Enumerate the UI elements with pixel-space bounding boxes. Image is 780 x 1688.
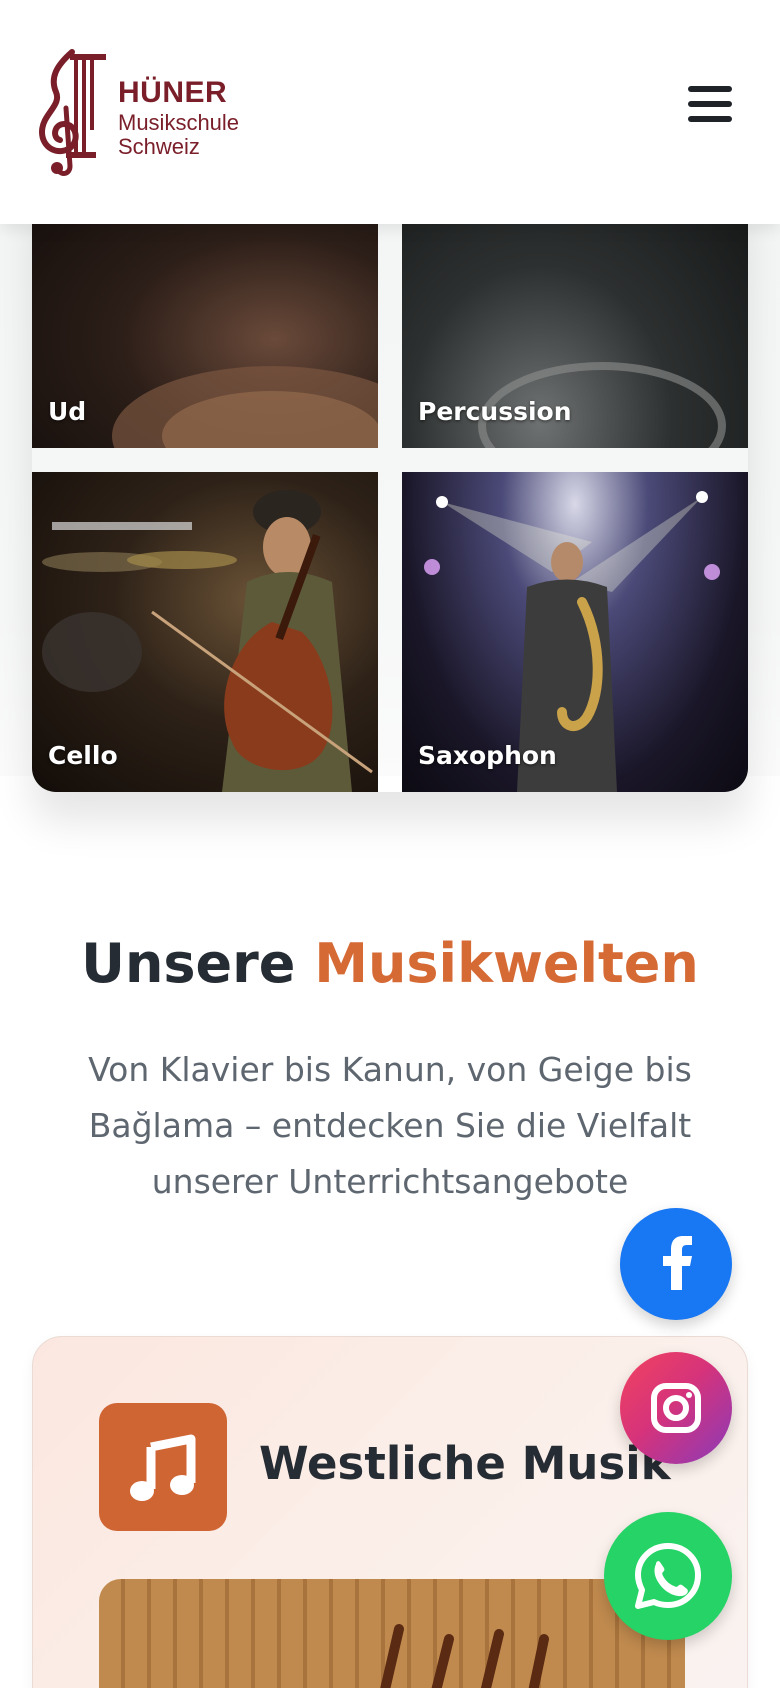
- section-subtitle: Von Klavier bis Kanun, von Geige bis Bağ…: [88, 1050, 692, 1201]
- facebook-icon: [663, 1236, 692, 1290]
- section-title-accent: Musikwelten: [314, 932, 699, 995]
- section-title-main: Unsere: [81, 932, 296, 995]
- category-icon-box: [99, 1403, 227, 1531]
- instrument-label: Saxophon: [418, 741, 557, 770]
- logo-name: HÜNER: [118, 76, 228, 109]
- category-image: [99, 1579, 685, 1688]
- instrument-tile-saxophon[interactable]: Saxophon: [402, 472, 748, 792]
- music-note-icon: [130, 1434, 196, 1501]
- violins-image: [380, 1624, 549, 1688]
- instrument-label: Ud: [48, 397, 87, 426]
- logo-text: HÜNER Musikschule Schweiz: [118, 78, 239, 158]
- hamburger-menu-button[interactable]: [688, 86, 734, 126]
- instrument-label: Percussion: [418, 397, 572, 426]
- instagram-button[interactable]: [620, 1352, 732, 1464]
- instrument-gallery-section: Ud Percussion Cello Saxophon: [0, 176, 780, 792]
- section-title: Unsere Musikwelten: [0, 932, 780, 995]
- category-title: Westliche Musik: [259, 1437, 671, 1490]
- logo-line-2: Musikschule: [118, 110, 240, 135]
- instrument-label: Cello: [48, 741, 118, 770]
- logo-line-3: Schweiz: [118, 134, 200, 159]
- treble-clef-column-icon: [38, 49, 106, 176]
- instagram-icon: [651, 1383, 701, 1433]
- hamburger-menu-icon: [688, 86, 734, 122]
- facebook-button[interactable]: [620, 1208, 732, 1320]
- whatsapp-button[interactable]: [604, 1512, 732, 1640]
- instrument-gallery: Ud Percussion Cello Saxophon: [32, 176, 748, 792]
- site-logo[interactable]: HÜNER Musikschule Schweiz: [36, 48, 266, 178]
- site-header: HÜNER Musikschule Schweiz: [0, 0, 780, 224]
- whatsapp-icon: [635, 1543, 701, 1609]
- instrument-tile-cello[interactable]: Cello: [32, 472, 378, 792]
